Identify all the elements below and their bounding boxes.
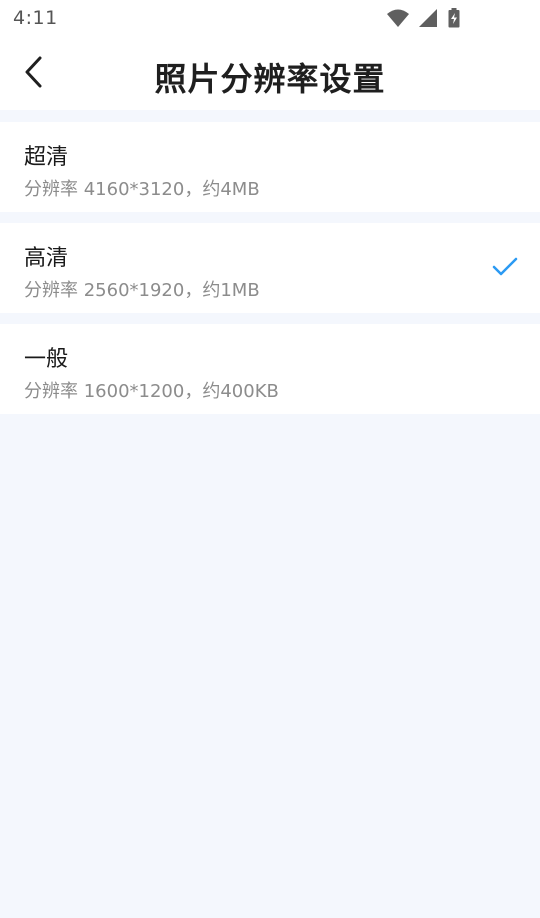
- status-time: 4:11: [13, 7, 58, 29]
- option-description: 分辨率 1600*1200，约400KB: [24, 381, 279, 402]
- option-description: 分辨率 2560*1920，约1MB: [24, 280, 260, 301]
- cellular-signal-icon: [419, 9, 437, 27]
- option-normal[interactable]: 一般 分辨率 1600*1200，约400KB: [0, 324, 540, 414]
- wifi-icon: [387, 9, 409, 27]
- option-description: 分辨率 4160*3120，约4MB: [24, 179, 260, 200]
- option-title: 超清: [24, 145, 69, 170]
- option-hd[interactable]: 高清 分辨率 2560*1920，约1MB: [0, 223, 540, 313]
- battery-charging-icon: [448, 8, 460, 28]
- checkmark-icon: [492, 257, 518, 276]
- option-ultra-hd[interactable]: 超清 分辨率 4160*3120，约4MB: [0, 122, 540, 212]
- status-bar: 4:11: [0, 0, 540, 36]
- header: 照片分辨率设置: [0, 36, 540, 110]
- option-title: 一般: [24, 347, 69, 372]
- page-title: 照片分辨率设置: [154, 60, 386, 98]
- option-title: 高清: [24, 246, 69, 271]
